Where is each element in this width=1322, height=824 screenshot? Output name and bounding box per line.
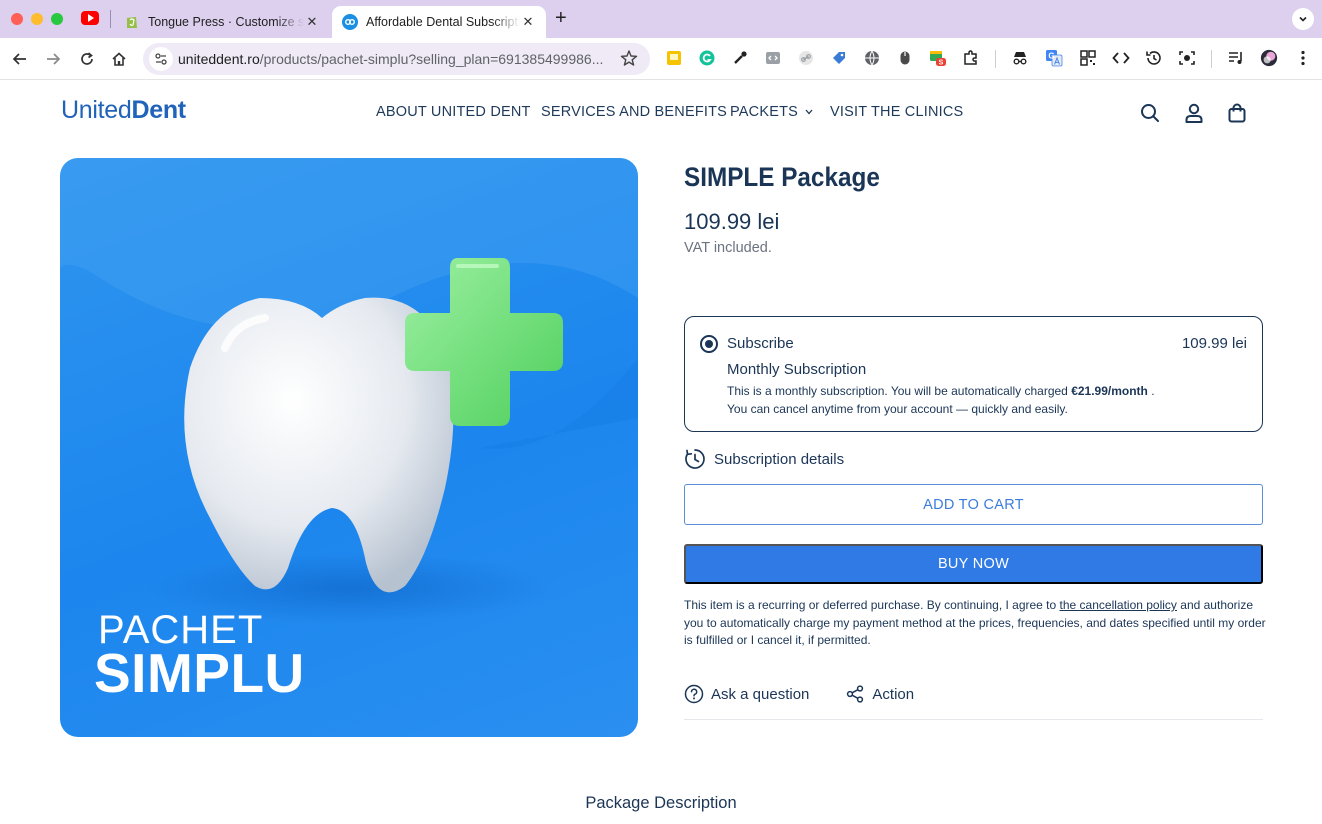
media-icon[interactable] [1227,49,1245,67]
shopify-icon [127,17,137,28]
subscription-description: This is a monthly subscription. You will… [727,384,1155,416]
back-button[interactable] [9,48,31,70]
browser-tab-bar: Tongue Press · Customize sh ✕ Affordable… [0,0,1322,38]
browser-tab-tongue-press[interactable]: Tongue Press · Customize sh ✕ [114,6,330,38]
product-image-text-line2: SIMPLU [94,642,305,704]
subscribe-radio[interactable] [700,335,718,353]
url-text: uniteddent.ro/products/pachet-simplu?sel… [178,51,604,67]
ask-question-link[interactable]: Ask a question [684,684,809,704]
subscription-details-link[interactable]: Subscription details [684,448,844,470]
nav-visit-the-clinics[interactable]: VISIT THE CLINICS [830,104,963,120]
product-title: SIMPLE Package [684,162,880,192]
reload-button[interactable] [76,48,98,70]
sticky-note-icon[interactable] [665,49,683,67]
cancellation-policy-link[interactable]: the cancellation policy [1060,598,1177,612]
window-minimize-button[interactable] [31,13,43,25]
nav-packets[interactable]: PACKETS [730,104,813,120]
cart-icon[interactable] [1226,102,1248,124]
site-logo[interactable]: UnitedDent [61,96,186,125]
puzzle-icon[interactable] [962,49,980,67]
new-tab-icon[interactable]: + [555,8,567,28]
chevron-down-icon [805,109,813,115]
svg-text:G: G [1048,52,1054,61]
package-description-heading[interactable]: Package Description [0,794,1322,813]
forward-button[interactable] [42,48,64,70]
subscribe-label: Subscribe [727,335,794,352]
site-info-button[interactable] [149,47,173,71]
devtools-icon[interactable] [1112,49,1130,67]
globe-icon[interactable] [863,49,881,67]
recurring-clock-icon [685,449,705,469]
incognito-icon[interactable] [1011,49,1029,67]
question-circle-icon [684,684,704,704]
arrow-left-icon [12,53,26,65]
nav-services-and-benefits[interactable]: SERVICES AND BENEFITS [541,104,727,120]
uniteddent-icon [342,14,358,30]
eyedropper-icon[interactable] [731,49,749,67]
qr-icon[interactable] [1079,49,1097,67]
window-close-button[interactable] [11,13,23,25]
tab-close-icon[interactable]: ✕ [520,14,536,30]
browser-toolbar: uniteddent.ro/products/pachet-simplu?sel… [0,38,1322,80]
translate-icon[interactable]: G [1045,49,1063,67]
product-actions-row: Ask a question Action [684,682,950,706]
link-icon[interactable] [797,49,815,67]
svg-text:S: S [939,60,944,67]
tab-title: Affordable Dental Subscriptio [366,15,520,29]
screenshot-icon[interactable] [1178,49,1196,67]
history-icon[interactable] [1145,49,1163,67]
share-action-link[interactable]: Action [845,684,914,704]
product-image[interactable]: PACHET SIMPLU [60,158,638,737]
recurring-purchase-disclaimer: This item is a recurring or deferred pur… [684,598,1266,647]
subscription-plan-name: Monthly Subscription [727,361,867,378]
youtube-pinned-tab-icon[interactable] [81,11,99,25]
tab-title: Tongue Press · Customize sh [148,15,304,29]
subscription-price: 109.99 lei [1181,335,1247,352]
product-price: 109.99 lei [684,209,780,234]
arrow-right-icon [47,53,61,65]
add-to-cart-button[interactable]: ADD TO CART [684,484,1263,525]
nav-about-united-dent[interactable]: ABOUT UNITED DENT [376,104,531,120]
badge-extension-icon[interactable]: S [929,49,947,67]
toolbar-divider [1211,50,1212,68]
account-icon[interactable] [1183,102,1205,124]
address-bar[interactable]: uniteddent.ro/products/pachet-simplu?sel… [143,43,650,75]
chevron-down-icon [1299,16,1307,22]
tab-search-button[interactable] [1292,8,1314,30]
window-zoom-button[interactable] [51,13,63,25]
share-icon [847,685,864,703]
tab-divider [110,10,111,28]
kebab-menu-icon[interactable] [1294,49,1312,67]
browser-tab-uniteddent[interactable]: Affordable Dental Subscriptio ✕ [332,6,546,38]
tag-icon[interactable] [830,49,848,67]
grammarly-icon[interactable] [698,49,716,67]
tab-close-icon[interactable]: ✕ [304,14,320,30]
home-icon [112,52,126,66]
tune-icon [155,53,167,65]
search-icon[interactable] [1139,102,1161,124]
bookmark-star-icon[interactable] [620,49,638,67]
home-button[interactable] [108,48,130,70]
vat-note: VAT included. [684,240,772,256]
divider [684,719,1263,720]
mouse-icon[interactable] [896,49,914,67]
reload-icon [81,52,93,65]
subscription-option[interactable]: Subscribe 109.99 lei Monthly Subscriptio… [684,316,1263,432]
buy-now-button[interactable]: BUY NOW [684,544,1263,584]
profile-avatar[interactable] [1260,49,1278,67]
toolbar-divider [995,50,996,68]
code-icon[interactable] [764,49,782,67]
